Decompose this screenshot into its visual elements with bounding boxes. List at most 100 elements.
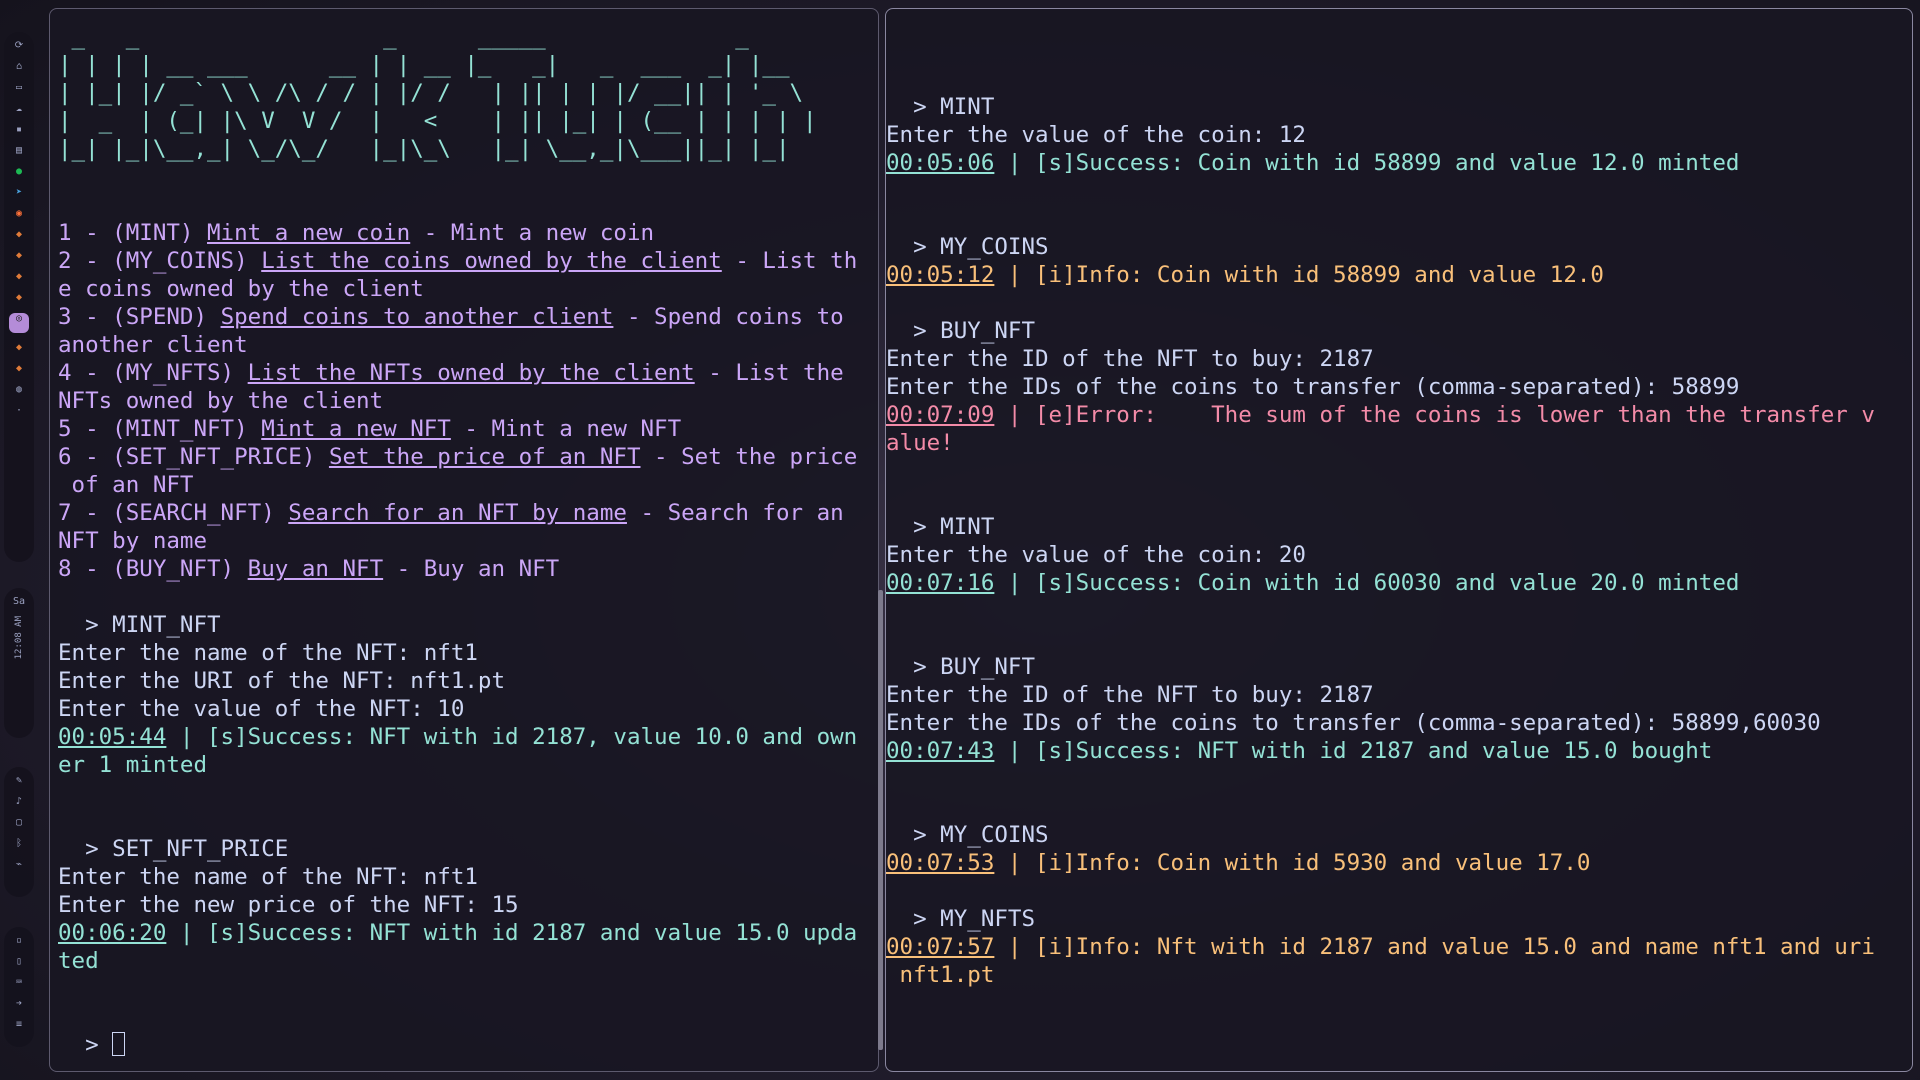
game-icon[interactable]: ◆ (13, 229, 25, 241)
window-icon[interactable]: ▭ (13, 82, 25, 94)
log-message: | [i]Info: Nft with id 2187 and value 15… (994, 934, 1875, 960)
edit-icon[interactable]: ✎ (13, 775, 25, 787)
input-line[interactable]: > (58, 1031, 878, 1059)
input-echo: Enter the value of the NFT: 10 (58, 696, 465, 722)
log-message: | [i]Info: Coin with id 5930 and value 1… (994, 850, 1591, 876)
menu-item-description: e coins owned by the client (58, 276, 424, 302)
menu-item-link[interactable]: Mint a new NFT (261, 416, 451, 442)
terminal-right[interactable]: > MINT Enter the value of the coin: 12 00:… (885, 8, 1913, 1072)
telegram-icon[interactable]: ➤ (13, 187, 25, 199)
log-message: | [s]Success: NFT with id 2187 and value… (166, 920, 858, 946)
menu-item: 5 - (MINT_NFT) Mint a new NFT - Mint a n… (58, 415, 878, 443)
terminal-left[interactable]: _ _ _ _____ _ | | | | __ ___ __ | | __ |_… (49, 8, 879, 1072)
log-line: 00:05:12 | [i]Info: Coin with id 58899 a… (886, 261, 1912, 289)
menu-item-link[interactable]: Mint a new coin (207, 220, 410, 246)
input-echo: Enter the value of the coin: 12 (886, 122, 1306, 148)
menu-item-link[interactable]: List the coins owned by the client (261, 248, 722, 274)
log-line: 00:05:44 | [s]Success: NFT with id 2187,… (58, 723, 878, 751)
game-icon[interactable]: ◆ (13, 363, 25, 375)
menu-item-command: 3 - (SPEND) (58, 304, 221, 330)
command-prompt: > MINT_NFT (58, 612, 221, 638)
menu-item: 2 - (MY_COINS) List the coins owned by t… (58, 247, 878, 275)
text-cursor (112, 1032, 126, 1056)
menu-item: of an NFT (58, 471, 878, 499)
disk-icon[interactable]: ◍ (13, 384, 25, 396)
refresh-icon[interactable]: ⟳ (13, 40, 25, 52)
menu-item-command: 8 - (BUY_NFT) (58, 556, 248, 582)
menu-item-link[interactable]: List the NFTs owned by the client (248, 360, 695, 386)
command-prompt: > MY_COINS (886, 234, 1049, 260)
log-continuation: alue! (886, 430, 954, 456)
timestamp: 00:07:16 (886, 570, 995, 596)
banner-line: |_| |_|\__,_| \_/\_/ |_|\_\ |_| \__,_|\_… (58, 136, 790, 162)
spotify-icon[interactable]: ● (13, 166, 25, 178)
log-message: | [s]Success: Coin with id 60030 and val… (994, 570, 1740, 596)
terminal-output: > MINT_NFT Enter the name of the NFT: nft… (58, 583, 878, 1031)
photos-icon[interactable]: ▤ (13, 145, 25, 157)
menu-item-link[interactable]: Search for an NFT by name (288, 500, 627, 526)
command-prompt: > MY_NFTS (886, 906, 1036, 932)
terminal-output: > MINT Enter the value of the coin: 12 00:… (886, 37, 1912, 1071)
arrow-icon[interactable]: ➔ (13, 998, 25, 1010)
log-message: | [s]Success: NFT with id 2187 and value… (994, 738, 1713, 764)
menu-item-link[interactable]: Buy an NFT (248, 556, 383, 582)
screen-icon[interactable]: ▢ (13, 817, 25, 829)
menu-item: 6 - (SET_NFT_PRICE) Set the price of an … (58, 443, 878, 471)
command-menu: 1 - (MINT) Mint a new coin - Mint a new … (58, 219, 878, 583)
log-line: 00:07:43 | [s]Success: NFT with id 2187 … (886, 737, 1912, 765)
log-message: | [e]Error: The sum of the coins is lowe… (994, 402, 1875, 428)
menu-item-command: 1 - (MINT) (58, 220, 208, 246)
log-continuation: er 1 minted (58, 752, 208, 778)
cloud-icon[interactable]: ☁ (13, 103, 25, 115)
menu-item-link[interactable]: Set the price of an NFT (329, 444, 641, 470)
keyboard-icon[interactable]: ⌨ (13, 977, 25, 989)
active-app-icon[interactable]: ◎ (9, 313, 29, 333)
timestamp: 00:05:12 (886, 262, 995, 288)
timestamp: 00:06:20 (58, 920, 167, 946)
dot-icon[interactable]: · (13, 405, 25, 417)
input-prompt: > (58, 1032, 113, 1058)
menu-item: 1 - (MINT) Mint a new coin - Mint a new … (58, 219, 878, 247)
input-echo: Enter the new price of the NFT: 15 (58, 892, 519, 918)
game-icon[interactable]: ◆ (13, 342, 25, 354)
network-icon[interactable]: ⌁ (13, 859, 25, 871)
menu-item: 4 - (MY_NFTS) List the NFTs owned by the… (58, 359, 878, 387)
game-icon[interactable]: ◆ (13, 271, 25, 283)
battery-icon[interactable]: ▯ (13, 956, 25, 968)
home-icon[interactable]: ⌂ (13, 61, 25, 73)
menu-icon[interactable]: ≡ (13, 1019, 25, 1031)
input-echo: Enter the ID of the NFT to buy: 2187 (886, 346, 1374, 372)
menu-item-description: - Set the price (640, 444, 858, 470)
input-echo: Enter the IDs of the coins to transfer (… (886, 374, 1740, 400)
firefox-icon[interactable]: ◉ (13, 208, 25, 220)
split-handle[interactable] (878, 590, 883, 1050)
input-echo: Enter the name of the NFT: nft1 (58, 640, 478, 666)
menu-item-link[interactable]: Spend coins to another client (221, 304, 614, 330)
game-icon[interactable]: ◆ (13, 250, 25, 262)
clock-widget[interactable]: Sa 12:08 AM (4, 588, 34, 738)
log-line: 00:05:06 | [s]Success: Coin with id 5889… (886, 149, 1912, 177)
game-icon[interactable]: ◆ (13, 292, 25, 304)
bluetooth-icon[interactable]: ᛒ (13, 838, 25, 850)
menu-item-description: another client (58, 332, 248, 358)
menu-item-description: - Mint a new NFT (450, 416, 682, 442)
timestamp: 00:05:06 (886, 150, 995, 176)
clock-time: 12:08 AM (14, 616, 24, 660)
timestamp: 00:07:43 (886, 738, 995, 764)
bell-icon[interactable]: ▫ (13, 935, 25, 947)
menu-item-description: - Search for an (626, 500, 844, 526)
folder-icon[interactable]: ▪ (13, 124, 25, 136)
mic-icon[interactable]: ♪ (13, 796, 25, 808)
timestamp: 00:07:53 (886, 850, 995, 876)
menu-item: 7 - (SEARCH_NFT) Search for an NFT by na… (58, 499, 878, 527)
